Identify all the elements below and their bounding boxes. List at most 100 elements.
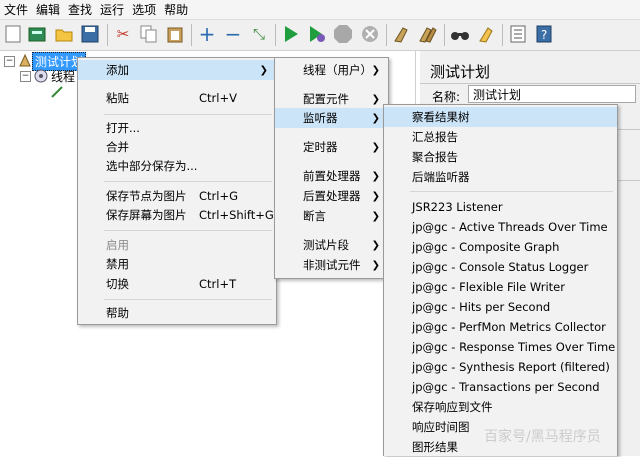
thread-group-icon [34, 69, 48, 83]
new-icon[interactable] [3, 24, 23, 44]
listener-item[interactable]: jp@gc - Active Threads Over Time [384, 217, 617, 237]
menu-item-paste[interactable]: 粘贴 Ctrl+V [78, 88, 276, 108]
menu-item-save-screen-image[interactable]: 保存屏幕为图片 Ctrl+Shift+G [78, 205, 276, 225]
sampler-icon [51, 86, 63, 98]
submenu-item-non-test[interactable]: 非测试元件 ❯ [275, 255, 388, 275]
templates-icon[interactable] [27, 24, 47, 44]
stop-icon[interactable] [333, 24, 353, 44]
listener-item-label: jp@gc - Console Status Logger [412, 260, 589, 274]
listener-item[interactable]: 后端监听器 [384, 167, 617, 187]
submenu-item-assertion[interactable]: 断言 ❯ [275, 206, 388, 226]
menu-separator [104, 299, 272, 300]
listener-item[interactable]: jp@gc - Transactions per Second [384, 377, 617, 397]
toolbar-separator [386, 24, 387, 46]
tree-node-sampler[interactable] [50, 84, 64, 100]
toggle-icon[interactable]: ⤡ [249, 24, 269, 44]
listener-item[interactable]: jp@gc - Hits per Second [384, 297, 617, 317]
toolbar: ✂ + − ⤡ ? [0, 20, 640, 51]
listener-item-label: 后端监听器 [412, 170, 470, 184]
menu-search[interactable]: 查找 [64, 1, 96, 18]
submenu-item-post[interactable]: 后置处理器 ❯ [275, 186, 388, 206]
submenu-item-pre-label: 前置处理器 [303, 169, 361, 183]
listener-item[interactable]: jp@gc - Composite Graph [384, 237, 617, 257]
listener-item[interactable]: JSR223 Listener [384, 197, 617, 217]
clear-icon[interactable] [392, 24, 412, 44]
search-icon[interactable] [450, 24, 470, 44]
menu-item-open[interactable]: 打开... [78, 118, 276, 138]
tree-node-thread-group[interactable]: − 线程 [20, 68, 75, 84]
expand-icon[interactable]: + [197, 24, 217, 44]
menu-item-enable-label: 启用 [106, 238, 129, 252]
collapse-toggle-icon[interactable]: − [4, 55, 15, 67]
chevron-right-icon: ❯ [371, 64, 380, 76]
function-helper-icon[interactable] [508, 24, 528, 44]
help-icon[interactable]: ? [534, 24, 554, 44]
listener-item-label: JSR223 Listener [412, 200, 503, 214]
menu-item-add-label: 添加 [106, 63, 129, 77]
menu-options[interactable]: 选项 [128, 1, 160, 18]
listener-item[interactable]: jp@gc - PerfMon Metrics Collector [384, 317, 617, 337]
submenu-item-pre[interactable]: 前置处理器 ❯ [275, 166, 388, 186]
tree-node-thread-label[interactable]: 线程 [51, 68, 75, 85]
start-icon[interactable] [281, 24, 301, 44]
menu-run[interactable]: 运行 [96, 1, 128, 18]
submenu-item-listener-label: 监听器 [303, 111, 338, 125]
listener-item[interactable]: 聚合报告 [384, 147, 617, 167]
menu-item-save-node-image[interactable]: 保存节点为图片 Ctrl+G [78, 186, 276, 206]
copy-icon[interactable] [139, 24, 159, 44]
collapse-toggle-icon[interactable]: − [20, 70, 31, 82]
clear-all-icon[interactable] [418, 24, 438, 44]
menu-item-toggle[interactable]: 切换 Ctrl+T [78, 274, 276, 294]
listener-item[interactable]: jp@gc - Synthesis Report (filtered) [384, 357, 617, 377]
chevron-right-icon: ❯ [371, 259, 380, 271]
reset-search-icon[interactable] [476, 24, 496, 44]
listener-item-label: 汇总报告 [412, 130, 458, 144]
listener-item[interactable]: jp@gc - Console Status Logger [384, 257, 617, 277]
shutdown-icon[interactable] [360, 24, 380, 44]
collapse-icon[interactable]: − [223, 24, 243, 44]
open-icon[interactable] [54, 24, 74, 44]
listener-item[interactable]: 察看结果树 [384, 107, 617, 127]
toolbar-separator [444, 24, 445, 46]
submenu-item-timer-label: 定时器 [303, 140, 338, 154]
cut-icon[interactable]: ✂ [113, 24, 133, 44]
menu-item-add[interactable]: 添加 ❯ [78, 60, 276, 80]
listener-item[interactable]: 汇总报告 [384, 127, 617, 147]
menu-item-disable[interactable]: 禁用 [78, 254, 276, 274]
submenu-item-fragment[interactable]: 测试片段 ❯ [275, 235, 388, 255]
start-no-pause-icon[interactable] [307, 24, 327, 44]
submenu-item-config[interactable]: 配置元件 ❯ [275, 89, 388, 109]
chevron-right-icon: ❯ [259, 64, 268, 76]
shortcut-label: Ctrl+G [199, 189, 239, 203]
listener-item[interactable]: jp@gc - Response Times Over Time [384, 337, 617, 357]
chevron-right-icon: ❯ [371, 93, 380, 105]
submenu-item-threads[interactable]: 线程（用户） ❯ [275, 60, 388, 80]
submenu-item-config-label: 配置元件 [303, 92, 349, 106]
toolbar-separator [107, 24, 108, 46]
listener-item-label: jp@gc - Hits per Second [412, 300, 551, 314]
menu-item-merge[interactable]: 合并 [78, 137, 276, 157]
menu-edit[interactable]: 编辑 [32, 1, 64, 18]
toolbar-separator [502, 24, 503, 46]
menu-file[interactable]: 文件 [0, 1, 32, 18]
name-field[interactable]: 测试计划 [468, 85, 636, 103]
save-icon[interactable] [80, 24, 100, 44]
menu-help[interactable]: 帮助 [160, 1, 192, 18]
menu-item-save-selection[interactable]: 选中部分保存为... [78, 156, 276, 176]
listener-item[interactable]: jp@gc - Flexible File Writer [384, 277, 617, 297]
submenu-item-assertion-label: 断言 [303, 209, 326, 223]
menu-item-open-label: 打开... [106, 121, 140, 135]
menu-item-help[interactable]: 帮助 [78, 303, 276, 323]
chevron-right-icon: ❯ [371, 141, 380, 153]
listener-item-label: 图形结果 [412, 440, 458, 454]
add-submenu: 线程（用户） ❯ 配置元件 ❯ 监听器 ❯ 定时器 ❯ 前置处理器 ❯ 后置处理… [274, 57, 389, 279]
submenu-item-listener[interactable]: 监听器 ❯ [275, 108, 388, 128]
test-plan-icon [19, 54, 31, 67]
listener-item[interactable]: 保存响应到文件 [384, 397, 617, 417]
shortcut-label: Ctrl+Shift+G [199, 208, 274, 222]
submenu-item-timer[interactable]: 定时器 ❯ [275, 137, 388, 157]
chevron-right-icon: ❯ [371, 170, 380, 182]
editor-title: 测试计划 [430, 63, 491, 81]
chevron-right-icon: ❯ [371, 190, 380, 202]
paste-icon[interactable] [165, 24, 185, 44]
